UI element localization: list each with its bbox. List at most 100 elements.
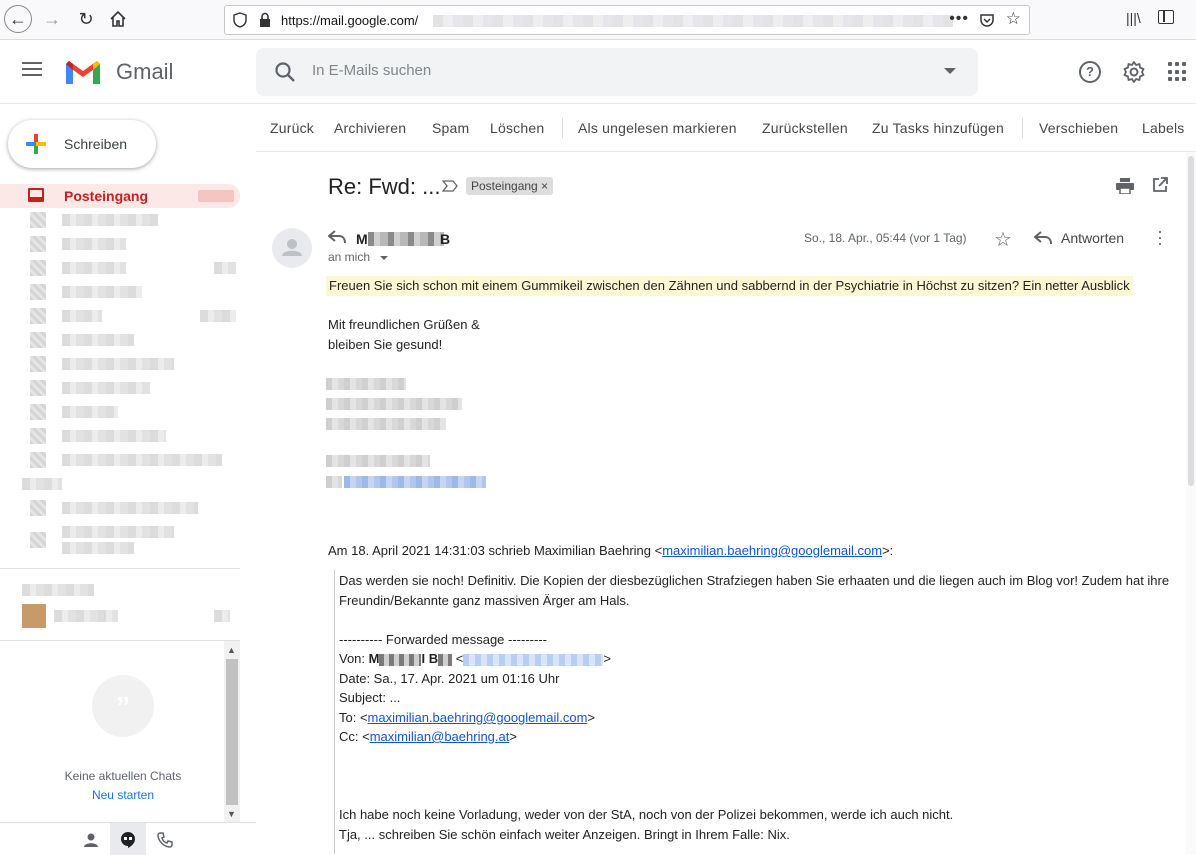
search-input[interactable]: [312, 62, 912, 79]
phone-icon[interactable]: [156, 831, 174, 849]
replied-indicator-icon: [328, 230, 346, 244]
hangouts-user-redacted[interactable]: [0, 604, 240, 628]
sidebar-item-redacted[interactable]: [0, 500, 240, 516]
to-email-link[interactable]: maximilian.baehring@googlemail.com: [368, 710, 588, 725]
email-action-toolbar: Zurück Archivieren Spam Löschen Als unge…: [256, 104, 1196, 152]
quote-sender-email-link[interactable]: maximilian.baehring@googlemail.com: [662, 543, 882, 558]
url-text: https://mail.google.com/: [281, 13, 419, 28]
url-redacted: [433, 15, 953, 27]
sidebar-item-redacted[interactable]: [0, 308, 240, 324]
recipient-details-dropdown-icon[interactable]: [380, 256, 388, 260]
sidebar-item-redacted[interactable]: [0, 428, 240, 444]
scroll-down-icon[interactable]: ▼: [227, 809, 236, 819]
lock-icon[interactable]: [258, 12, 272, 28]
labels-button[interactable]: Labels: [1142, 120, 1184, 136]
bookmark-star-icon[interactable]: ☆: [1006, 9, 1021, 29]
recipient-text[interactable]: an mich: [328, 250, 370, 264]
reply-button[interactable]: Antworten: [1061, 230, 1124, 246]
search-bar[interactable]: [256, 48, 978, 96]
hangouts-icon[interactable]: [119, 831, 137, 849]
sidebar-item-redacted[interactable]: [0, 284, 240, 300]
inbox-icon: [28, 188, 44, 202]
reply-icon[interactable]: [1034, 231, 1052, 245]
start-new-chat-link[interactable]: Neu starten: [0, 788, 246, 802]
sidebar-item-redacted[interactable]: [0, 404, 240, 420]
hangouts-tabs: [0, 822, 256, 855]
hangouts-panel: ” Keine aktuellen Chats Neu starten ▲ ▼: [0, 640, 240, 823]
importance-marker-icon[interactable]: [442, 180, 458, 192]
email-body-line: Mit freundlichen Grüßen &: [328, 317, 480, 332]
cc-close: >: [509, 729, 517, 744]
sidebar-item-inbox[interactable]: Posteingang: [0, 184, 240, 208]
move-to-button[interactable]: Verschieben: [1039, 120, 1118, 136]
contacts-person-icon[interactable]: [82, 831, 100, 849]
sidebar-item-redacted[interactable]: [0, 356, 240, 372]
forwarded-cc: Cc: <maximilian@baehring.at>: [339, 729, 517, 744]
compose-button[interactable]: Schreiben: [8, 120, 156, 168]
open-new-window-icon[interactable]: [1152, 177, 1168, 193]
help-icon[interactable]: ?: [1079, 61, 1101, 83]
sidebar-toggle-icon[interactable]: [1158, 10, 1174, 24]
print-icon[interactable]: [1116, 178, 1134, 194]
sidebar-item-redacted[interactable]: [0, 212, 240, 228]
forwarded-subject: Subject: ...: [339, 690, 401, 705]
delete-button[interactable]: Löschen: [490, 120, 544, 136]
compose-label: Schreiben: [64, 136, 128, 152]
back-to-inbox-button[interactable]: Zurück: [270, 120, 314, 136]
sender-name[interactable]: M: [356, 231, 368, 247]
sidebar-item-redacted[interactable]: [0, 332, 240, 348]
star-icon[interactable]: ☆: [994, 227, 1012, 252]
sidebar-item-redacted[interactable]: [0, 260, 240, 276]
from-name-redacted: [379, 653, 422, 666]
library-icon[interactable]: |||\: [1126, 10, 1141, 26]
inbox-label-chip[interactable]: Posteingang ×: [466, 177, 554, 195]
more-options-icon[interactable]: · · ·: [1155, 222, 1165, 252]
add-to-tasks-button[interactable]: Zu Tasks hinzufügen: [872, 120, 1004, 136]
page-actions-more-icon[interactable]: •••: [949, 10, 969, 28]
quote-header: Am 18. April 2021 14:31:03 schrieb Maxim…: [328, 543, 893, 558]
sidebar-item-redacted[interactable]: [0, 380, 240, 396]
from-name-part: I B: [421, 651, 439, 666]
sidebar-item-redacted[interactable]: [0, 452, 240, 468]
quoted-line: Ich habe noch keine Vorladung, weder von…: [339, 807, 954, 822]
gmail-logo-icon[interactable]: [64, 58, 102, 86]
sender-avatar[interactable]: [272, 228, 312, 268]
settings-gear-icon[interactable]: [1122, 60, 1146, 84]
home-icon[interactable]: [104, 5, 132, 33]
archive-button[interactable]: Archivieren: [334, 120, 406, 136]
search-options-dropdown-icon[interactable]: [944, 68, 956, 74]
gmail-wordmark[interactable]: Gmail: [116, 59, 173, 85]
main-scroll-thumb[interactable]: [1188, 156, 1194, 486]
forwarded-date: Date: Sa., 17. Apr. 2021 um 01:16 Uhr: [339, 671, 560, 686]
sidebar-item-redacted[interactable]: [0, 526, 240, 556]
quoted-line: Tja, ... schreiben Sie schön einfach wei…: [339, 827, 790, 842]
main-menu-icon[interactable]: [22, 62, 42, 76]
from-email-redacted[interactable]: [463, 653, 604, 666]
sidebar-item-label: Posteingang: [64, 188, 149, 204]
scroll-up-icon[interactable]: ▲: [227, 645, 236, 655]
hangouts-scroll-thumb[interactable]: [226, 659, 238, 805]
mark-unread-button[interactable]: Als ungelesen markieren: [578, 120, 737, 136]
cc-email-link[interactable]: maximilian@baehring.at: [370, 729, 510, 744]
hangouts-scrollbar[interactable]: ▲ ▼: [224, 641, 240, 823]
sidebar-item-redacted[interactable]: [0, 476, 240, 490]
search-icon[interactable]: [274, 61, 296, 83]
from-label: Von:: [339, 651, 369, 666]
email-body-highlighted-line: Freuen Sie sich schon mit einem Gummikei…: [326, 276, 1133, 296]
main-scrollbar[interactable]: [1186, 152, 1196, 854]
sender-name-part: B: [440, 231, 451, 247]
forward-arrow-icon[interactable]: →: [38, 5, 66, 33]
apps-grid-icon[interactable]: [1168, 62, 1188, 82]
hangouts-user-redacted[interactable]: [0, 582, 240, 596]
quoted-line: Freundin/Bekannte ganz massiven Ärger am…: [339, 593, 630, 608]
reload-icon[interactable]: ↻: [72, 5, 100, 33]
to-close: >: [587, 710, 595, 725]
spam-button[interactable]: Spam: [432, 120, 469, 136]
address-bar[interactable]: https://mail.google.com/ ••• ☆: [224, 5, 1030, 35]
tracking-shield-icon[interactable]: [233, 12, 247, 28]
pocket-icon[interactable]: [979, 12, 995, 28]
snooze-button[interactable]: Zurückstellen: [762, 120, 848, 136]
sidebar-divider: [0, 568, 240, 569]
sidebar-item-redacted[interactable]: [0, 236, 240, 252]
back-arrow-icon[interactable]: ←: [4, 5, 32, 33]
